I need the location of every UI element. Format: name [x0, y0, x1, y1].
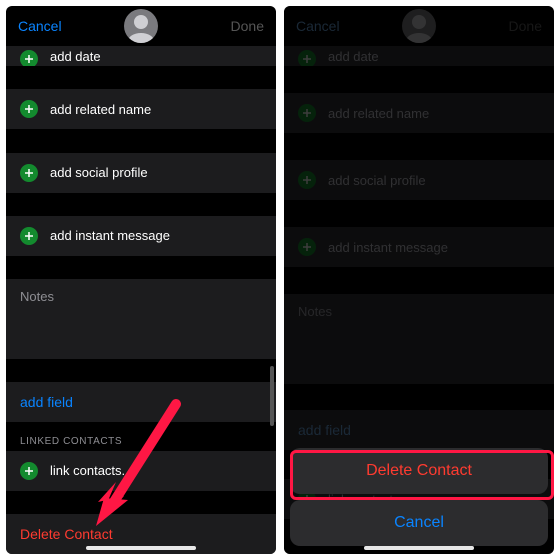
plus-icon	[20, 100, 38, 118]
nav-cancel-button: Cancel	[296, 18, 340, 34]
add-related-name-row[interactable]: add related name	[6, 89, 276, 130]
row-label: add date	[50, 49, 101, 64]
row-label: add social profile	[50, 165, 148, 180]
home-indicator[interactable]	[86, 546, 196, 550]
navbar: Cancel Done	[284, 6, 554, 46]
linked-contacts-header: LINKED CONTACTS	[6, 436, 276, 451]
contact-edit-scroll[interactable]: add date add related name add social pro…	[6, 46, 276, 554]
sheet-delete-contact-button[interactable]: Delete Contact	[290, 448, 548, 494]
contact-avatar	[402, 9, 436, 43]
navbar: Cancel Done	[6, 6, 276, 46]
add-instant-message-row[interactable]: add instant message	[6, 216, 276, 257]
screenshot-right: Cancel Done add date add related name ad…	[284, 6, 554, 554]
plus-icon	[20, 462, 38, 480]
sheet-cancel-button[interactable]: Cancel	[290, 500, 548, 546]
row-label: add instant message	[50, 228, 170, 243]
add-field-row[interactable]: add field	[6, 382, 276, 422]
add-date-row[interactable]: add date	[6, 46, 276, 67]
row-label: link contacts...	[50, 463, 132, 478]
row-label: add related name	[50, 102, 151, 117]
link-contacts-row[interactable]: link contacts...	[6, 451, 276, 492]
scrollbar[interactable]	[270, 366, 274, 426]
nav-cancel-button[interactable]: Cancel	[18, 18, 62, 34]
plus-icon	[20, 227, 38, 245]
contact-avatar[interactable]	[124, 9, 158, 43]
screenshot-left: Cancel Done add date add related name ad…	[6, 6, 276, 554]
plus-icon	[20, 50, 38, 67]
notes-field[interactable]: Notes	[6, 279, 276, 359]
action-sheet: Delete Contact Cancel	[290, 448, 548, 546]
plus-icon	[20, 164, 38, 182]
nav-done-button: Done	[509, 18, 542, 34]
home-indicator[interactable]	[364, 546, 474, 550]
nav-done-button[interactable]: Done	[231, 18, 264, 34]
add-social-profile-row[interactable]: add social profile	[6, 153, 276, 194]
